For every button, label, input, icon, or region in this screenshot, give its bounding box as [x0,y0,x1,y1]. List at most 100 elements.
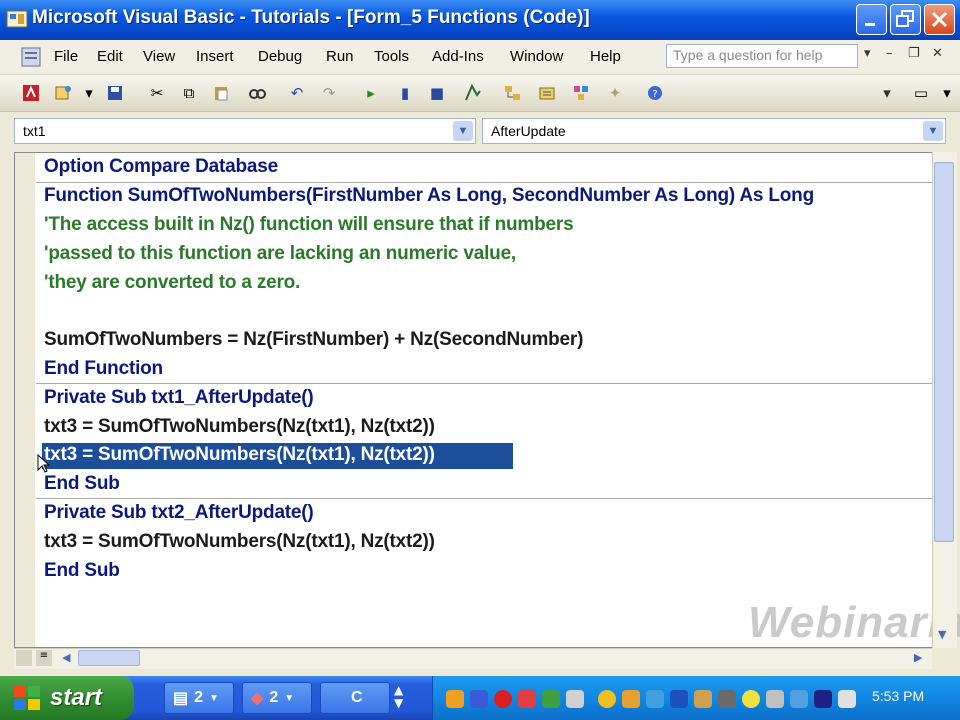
break-icon[interactable]: ▮ [394,82,416,104]
insert-dropdown-icon[interactable]: ▾ [78,82,100,104]
code-line-end-sub-2[interactable]: End Sub [44,560,120,582]
clock[interactable]: 5:53 PM [872,688,924,704]
horizontal-scrollbar[interactable] [14,648,932,669]
windows-logo-icon [14,686,40,710]
tray-app-icon[interactable] [742,690,760,708]
tray-app-icon[interactable] [542,690,560,708]
help-dropdown-icon[interactable]: ▾ [864,46,871,61]
run-icon[interactable]: ▸ [360,82,382,104]
taskbar-group-count: 2 [269,689,279,706]
tray-app-icon[interactable] [518,690,536,708]
tray-app-icon[interactable] [598,690,616,708]
paste-icon[interactable] [210,82,232,104]
code-line-comment-1[interactable]: 'The access built in Nz() function will … [44,214,574,236]
horizontal-scroll-thumb[interactable] [78,650,140,666]
mdi-minimize-icon[interactable]: – [886,46,893,61]
code-line-function-declaration[interactable]: Function SumOfTwoNumbers(FirstNumber As … [44,185,814,207]
toolbar2-options-icon[interactable]: ▾ [936,82,958,104]
language-bar[interactable]: C [320,682,390,714]
tray-app-icon[interactable] [718,690,736,708]
code-line-end-sub-1[interactable]: End Sub [44,473,120,495]
tray-app-icon[interactable] [446,690,464,708]
scroll-down-icon[interactable]: ▼ [938,628,946,641]
code-line-selected[interactable]: txt3 = SumOfTwoNumbers(Nz(txt1), Nz(txt2… [44,444,435,466]
help-icon[interactable]: ? [644,82,666,104]
cut-icon[interactable]: ✂ [146,82,168,104]
mdi-close-icon[interactable]: ✕ [932,46,943,61]
tray-app-icon[interactable] [646,690,664,708]
svg-text:?: ? [652,89,657,100]
taskbar-group-access[interactable]: ◆ 2 ▼ [242,682,312,714]
design-mode-icon[interactable] [462,82,484,104]
project-explorer-icon[interactable] [502,82,524,104]
menu-edit[interactable]: Edit [97,48,123,65]
toolbar2-icon[interactable]: ▭ [910,82,932,104]
document-icon[interactable] [20,46,42,68]
menu-view[interactable]: View [143,48,175,65]
tray-app-icon[interactable] [622,690,640,708]
restore-button[interactable] [890,4,921,35]
procedure-combo-value: AfterUpdate [491,123,566,139]
vertical-scroll-thumb[interactable] [934,162,954,542]
minimize-icon [865,23,875,26]
full-module-view-icon[interactable]: ≡ [36,650,52,666]
menu-debug[interactable]: Debug [258,48,302,65]
object-browser-icon[interactable] [570,82,592,104]
start-label: start [50,684,103,711]
scroll-left-icon[interactable]: ◀ [62,651,70,664]
restore-icon [896,10,914,27]
window-title: Microsoft Visual Basic - Tutorials - [Fo… [32,7,590,28]
code-line-txt2-assign[interactable]: txt3 = SumOfTwoNumbers(Nz(txt1), Nz(txt2… [44,531,435,553]
close-button[interactable] [924,4,955,35]
chevron-down-icon[interactable]: ▼ [453,121,473,141]
find-icon[interactable] [246,82,268,104]
menu-help[interactable]: Help [590,48,621,65]
help-search-input[interactable]: Type a question for help [666,44,858,68]
copy-icon[interactable]: ⧉ [178,82,200,104]
code-line-function-body[interactable]: SumOfTwoNumbers = Nz(FirstNumber) + Nz(S… [44,329,583,351]
toolbar-options-icon[interactable]: ▾ [876,82,898,104]
object-combo[interactable]: txt1 ▼ [14,118,476,144]
tray-app-icon[interactable] [670,690,688,708]
tray-app-icon[interactable] [470,690,488,708]
insert-module-icon[interactable] [52,82,74,104]
procedure-combo[interactable]: AfterUpdate ▼ [482,118,946,144]
menu-insert[interactable]: Insert [196,48,234,65]
tray-app-icon[interactable] [494,690,512,708]
menu-file[interactable]: File [54,48,78,65]
vba-app-icon [6,10,28,28]
code-line-sub-txt1[interactable]: Private Sub txt1_AfterUpdate() [44,387,314,409]
menu-tools[interactable]: Tools [374,48,409,65]
undo-icon[interactable]: ↶ [286,82,308,104]
code-line-option-compare[interactable]: Option Compare Database [44,156,278,178]
menu-run[interactable]: Run [326,48,354,65]
save-icon[interactable] [104,82,126,104]
chevron-down-icon[interactable]: ▼ [923,121,943,141]
mdi-restore-icon[interactable]: ❐ [908,46,920,61]
tray-app-icon[interactable] [790,690,808,708]
taskbar-group-explorer[interactable]: ▤ 2 ▼ [164,682,234,714]
tray-app-icon[interactable] [694,690,712,708]
redo-icon[interactable]: ↷ [318,82,340,104]
properties-icon[interactable] [536,82,558,104]
menu-add-ins[interactable]: Add-Ins [432,48,484,65]
procedure-separator [36,383,932,384]
access-icon[interactable] [20,82,42,104]
margin-indicator-bar[interactable] [15,153,35,647]
code-line-comment-2[interactable]: 'passed to this function are lacking an … [44,243,516,265]
tray-app-icon[interactable] [566,690,584,708]
reset-icon[interactable]: ■ [426,82,448,104]
menu-window[interactable]: Window [510,48,563,65]
code-line-end-function[interactable]: End Function [44,358,163,380]
taskbar-scroll-icon[interactable]: ▲ ▼ [394,684,403,710]
toolbox-icon[interactable]: ✦ [604,82,626,104]
volume-icon[interactable] [838,690,856,708]
scroll-right-icon[interactable]: ▶ [914,651,922,664]
tray-app-icon[interactable] [814,690,832,708]
minimize-button[interactable] [856,4,887,35]
tray-app-icon[interactable] [766,690,784,708]
code-line-txt1-assign[interactable]: txt3 = SumOfTwoNumbers(Nz(txt1), Nz(txt2… [44,416,435,438]
code-line-sub-txt2[interactable]: Private Sub txt2_AfterUpdate() [44,502,314,524]
procedure-view-icon[interactable] [16,650,32,666]
code-line-comment-3[interactable]: 'they are converted to a zero. [44,272,300,294]
